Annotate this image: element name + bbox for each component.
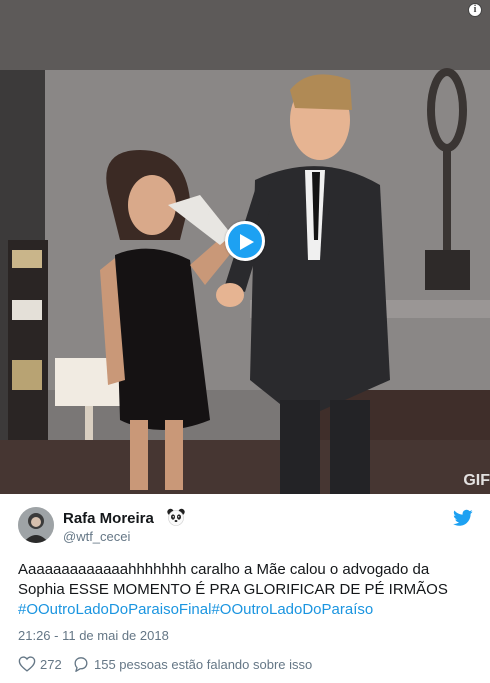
tweet-card: i GIF Rafa Moreira @wtf_cecei Aaaaaaaaaa… [0, 0, 490, 683]
like-count[interactable]: 272 [40, 657, 62, 672]
avatar-image [18, 507, 54, 543]
tweet-actions: 272 155 pessoas estão falando sobre isso [18, 656, 478, 676]
hashtag-link[interactable]: #OOutroLadoDoParaisoFinal [18, 601, 211, 618]
reply-icon[interactable] [72, 656, 90, 672]
tweet-media-gif[interactable]: i GIF [0, 0, 490, 494]
play-button[interactable] [225, 221, 265, 261]
play-icon [240, 234, 254, 250]
twitter-bird-icon[interactable] [453, 509, 473, 527]
display-name[interactable]: Rafa Moreira [63, 510, 154, 527]
tweet-text: Aaaaaaaaaaaaahhhhhhh caralho a Mãe calou… [18, 560, 478, 620]
user-handle[interactable]: @wtf_cecei [63, 529, 130, 544]
tweet-timestamp[interactable]: 21:26 - 11 de mai de 2018 [18, 628, 169, 643]
gif-badge: GIF [463, 472, 490, 489]
tweet-text-body: Aaaaaaaaaaaaahhhhhhh caralho a Mãe calou… [18, 561, 448, 598]
info-icon[interactable]: i [468, 3, 482, 17]
heart-icon[interactable] [18, 656, 36, 672]
hashtag-link[interactable]: #OOutroLadoDoParaíso [211, 601, 373, 618]
tweet-author: Rafa Moreira @wtf_cecei [18, 507, 473, 547]
panda-icon [167, 508, 185, 526]
conversation-count[interactable]: 155 pessoas estão falando sobre isso [94, 657, 312, 672]
avatar[interactable] [18, 507, 54, 543]
